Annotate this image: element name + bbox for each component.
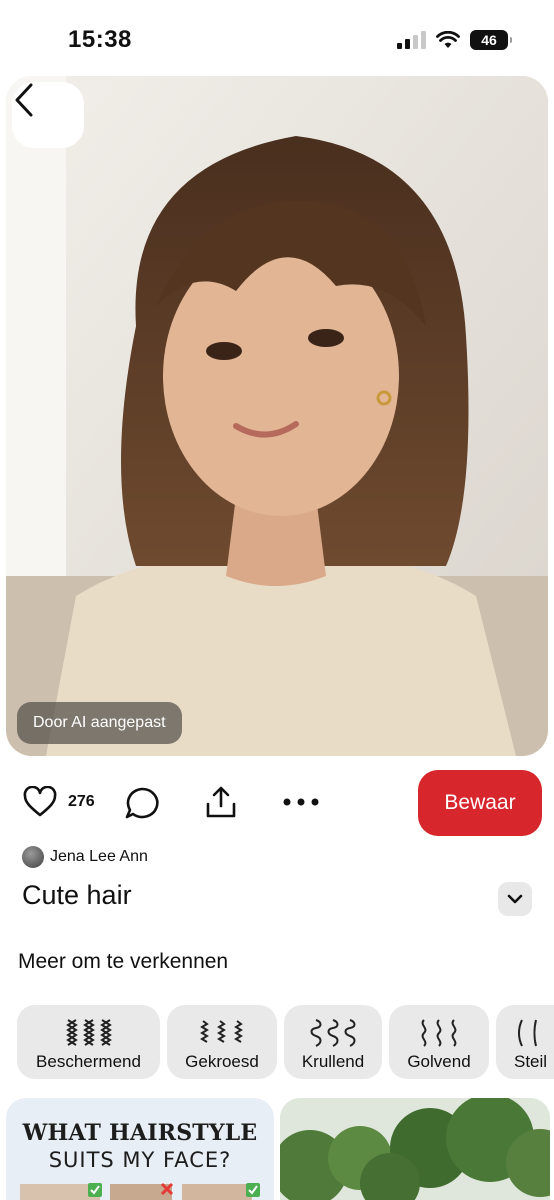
chip-label: Beschermend [36,1052,141,1071]
comment-icon [125,787,159,819]
avatar [22,846,44,868]
related-pin[interactable] [280,1098,550,1200]
pin-image[interactable]: Door AI aangepast [6,76,548,756]
wifi-icon [436,31,460,48]
portrait-illustration [6,76,548,756]
expand-button[interactable] [498,882,532,916]
author-link[interactable]: Jena Lee Ann [22,846,148,868]
braids-icon [65,1019,112,1046]
save-button[interactable]: Bewaar [418,770,542,836]
kinky-hair-icon [200,1020,243,1043]
related-pin[interactable]: WHAT HAIRSTYLE SUITS MY FACE? [6,1098,274,1200]
share-button[interactable] [203,784,239,820]
heart-icon [23,786,57,817]
author-name: Jena Lee Ann [50,848,148,865]
more-icon [283,798,319,806]
chip-label: Steil [514,1052,548,1071]
chip-steil[interactable]: Steil [496,1005,554,1079]
related-pin-subtitle: SUITS MY FACE? [48,1148,232,1172]
ai-modified-badge: Door AI aangepast [17,702,182,744]
related-pin-title: WHAT HAIRSTYLE [22,1120,258,1146]
curly-hair-icon [310,1019,356,1047]
wavy-hair-icon [421,1019,457,1047]
cellular-signal-icon [397,31,426,49]
chip-krullend[interactable]: Krullend [284,1005,382,1079]
chip-beschermend[interactable]: Beschermend [17,1005,160,1079]
chip-golvend[interactable]: Golvend [389,1005,489,1079]
more-options-button[interactable] [282,796,320,808]
chip-label: Krullend [301,1052,365,1071]
chevron-left-icon [15,83,33,117]
faces-collage [20,1182,260,1200]
status-bar: 15:38 46 [0,0,554,76]
hair-type-chips: Beschermend Gekroesd Krullend Golvend St… [17,1005,554,1079]
chip-gekroesd[interactable]: Gekroesd [167,1005,277,1079]
status-icons: 46 [397,30,512,50]
chip-label: Gekroesd [185,1052,259,1071]
trees-photo [280,1098,550,1200]
like-button[interactable]: 276 [22,786,95,818]
explore-heading: Meer om te verkennen [18,950,229,973]
comment-button[interactable] [124,786,160,820]
back-button[interactable] [12,82,84,148]
battery-icon: 46 [470,30,512,50]
share-icon [206,786,236,818]
straight-hair-icon [518,1019,537,1047]
chip-label: Golvend [407,1052,471,1071]
action-bar: 276 Bewaar [0,768,554,838]
like-count: 276 [68,793,95,810]
chevron-down-icon [507,894,523,904]
status-time: 15:38 [68,26,132,53]
pin-title: Cute hair [22,880,132,910]
